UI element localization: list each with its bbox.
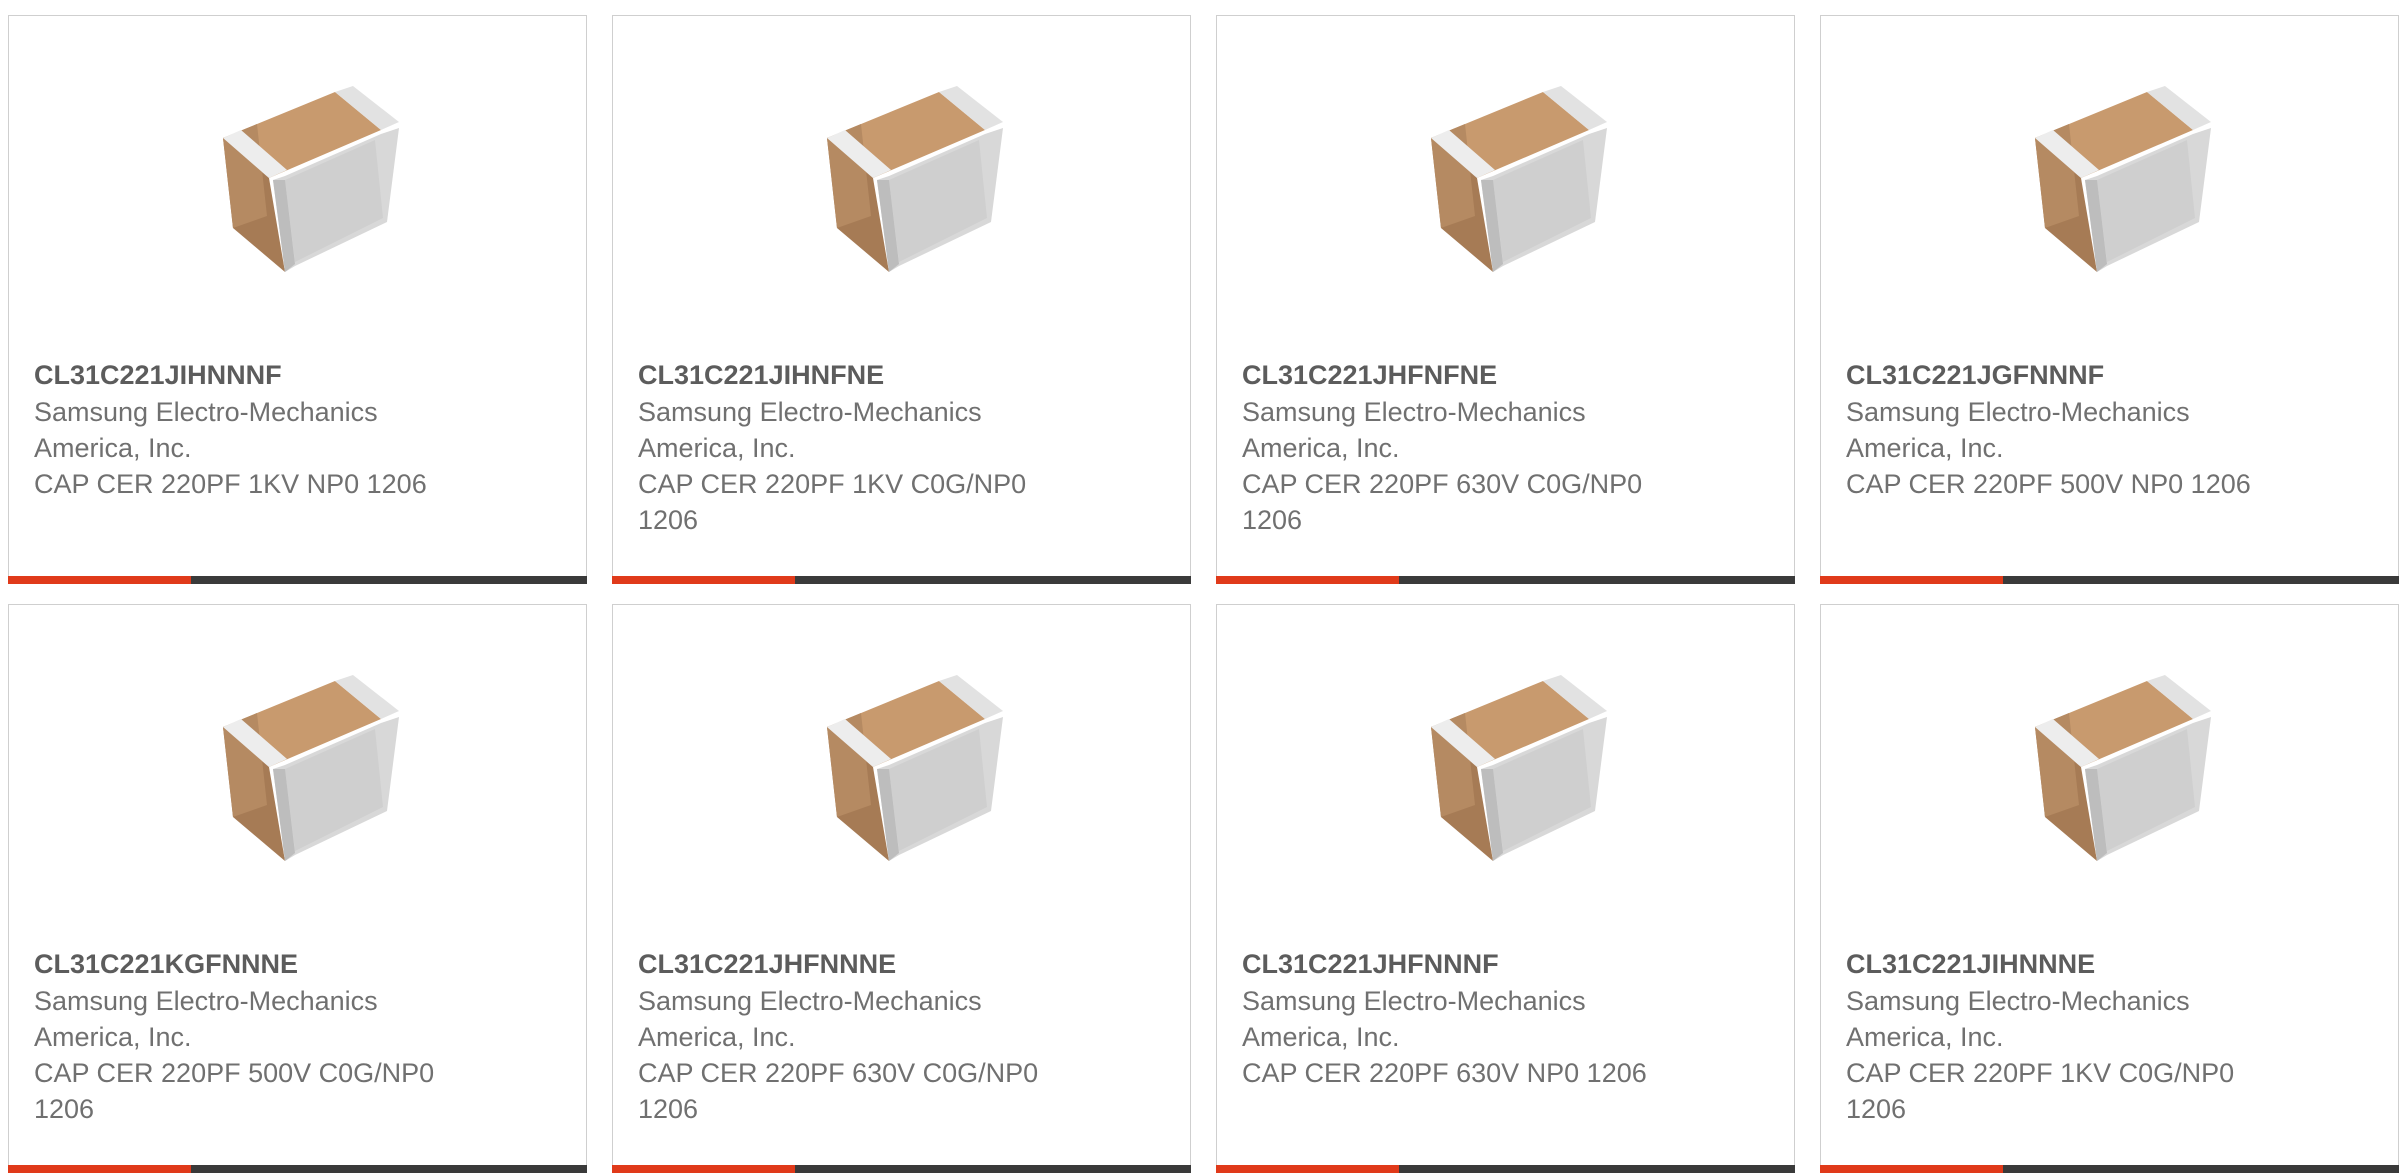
card-accent-bar — [612, 576, 795, 584]
part-number-link[interactable]: CL31C221JHFNNNF — [1242, 945, 1692, 983]
ceramic-capacitor-chip-icon — [1431, 675, 1607, 861]
product-card[interactable]: CL31C221KGFNNNE Samsung Electro-Mechanic… — [8, 604, 587, 1173]
manufacturer-name: Samsung Electro-Mechanics America, Inc. — [1242, 986, 1586, 1052]
product-image[interactable] — [203, 76, 403, 276]
product-description: CAP CER 220PF 630V C0G/NP0 1206 — [638, 1058, 1039, 1124]
manufacturer-name: Samsung Electro-Mechanics America, Inc. — [1242, 397, 1586, 463]
ceramic-capacitor-chip-icon — [1431, 86, 1607, 272]
part-number-link[interactable]: CL31C221JIHNFNE — [638, 356, 1088, 394]
product-description: CAP CER 220PF 1KV C0G/NP0 1206 — [638, 469, 1027, 535]
card-bottom-bar — [1216, 1165, 1795, 1173]
card-accent-bar — [1216, 1165, 1399, 1173]
product-card[interactable]: CL31C221JHFNNNF Samsung Electro-Mechanic… — [1216, 604, 1795, 1173]
ceramic-capacitor-chip-icon — [827, 675, 1003, 861]
product-card[interactable]: CL31C221JHFNFNE Samsung Electro-Mechanic… — [1216, 15, 1795, 584]
part-number-link[interactable]: CL31C221JIHNNNE — [1846, 945, 2296, 983]
part-number-link[interactable]: CL31C221JGFNNNF — [1846, 356, 2296, 394]
product-card[interactable]: CL31C221JIHNFNE Samsung Electro-Mechanic… — [612, 15, 1191, 584]
card-bottom-bar — [1216, 576, 1795, 584]
ceramic-capacitor-chip-icon — [2035, 86, 2211, 272]
product-description: CAP CER 220PF 500V C0G/NP0 1206 — [34, 1058, 435, 1124]
product-description: CAP CER 220PF 630V C0G/NP0 1206 — [1242, 469, 1643, 535]
product-image[interactable] — [2015, 76, 2215, 276]
part-number-link[interactable]: CL31C221JIHNNNF — [34, 356, 484, 394]
part-number-link[interactable]: CL31C221KGFNNNE — [34, 945, 484, 983]
product-card[interactable]: CL31C221JHFNNNE Samsung Electro-Mechanic… — [612, 604, 1191, 1173]
product-card[interactable]: CL31C221JIHNNNF Samsung Electro-Mechanic… — [8, 15, 587, 584]
product-image[interactable] — [2015, 665, 2215, 865]
card-bottom-bar — [1820, 1165, 2399, 1173]
part-number-link[interactable]: CL31C221JHFNFNE — [1242, 356, 1692, 394]
product-image[interactable] — [807, 76, 1007, 276]
manufacturer-name: Samsung Electro-Mechanics America, Inc. — [638, 986, 982, 1052]
ceramic-capacitor-chip-icon — [223, 86, 399, 272]
card-accent-bar — [612, 1165, 795, 1173]
card-bottom-bar — [1820, 576, 2399, 584]
ceramic-capacitor-chip-icon — [827, 86, 1003, 272]
card-accent-bar — [1820, 1165, 2003, 1173]
card-bottom-bar — [612, 576, 1191, 584]
product-image[interactable] — [807, 665, 1007, 865]
part-number-link[interactable]: CL31C221JHFNNNE — [638, 945, 1088, 983]
ceramic-capacitor-chip-icon — [2035, 675, 2211, 861]
card-bottom-bar — [612, 1165, 1191, 1173]
product-card[interactable]: CL31C221JGFNNNF Samsung Electro-Mechanic… — [1820, 15, 2399, 584]
manufacturer-name: Samsung Electro-Mechanics America, Inc. — [34, 986, 378, 1052]
product-card[interactable]: CL31C221JIHNNNE Samsung Electro-Mechanic… — [1820, 604, 2399, 1173]
card-accent-bar — [1820, 576, 2003, 584]
manufacturer-name: Samsung Electro-Mechanics America, Inc. — [638, 397, 982, 463]
product-description: CAP CER 220PF 1KV NP0 1206 — [34, 469, 427, 499]
manufacturer-name: Samsung Electro-Mechanics America, Inc. — [34, 397, 378, 463]
card-accent-bar — [8, 1165, 191, 1173]
product-description: CAP CER 220PF 500V NP0 1206 — [1846, 469, 2251, 499]
manufacturer-name: Samsung Electro-Mechanics America, Inc. — [1846, 397, 2190, 463]
card-accent-bar — [8, 576, 191, 584]
product-grid: CL31C221JIHNNNF Samsung Electro-Mechanic… — [8, 15, 2399, 1173]
manufacturer-name: Samsung Electro-Mechanics America, Inc. — [1846, 986, 2190, 1052]
product-description: CAP CER 220PF 1KV C0G/NP0 1206 — [1846, 1058, 2235, 1124]
card-bottom-bar — [8, 576, 587, 584]
product-image[interactable] — [1411, 665, 1611, 865]
product-image[interactable] — [203, 665, 403, 865]
product-image[interactable] — [1411, 76, 1611, 276]
card-bottom-bar — [8, 1165, 587, 1173]
product-description: CAP CER 220PF 630V NP0 1206 — [1242, 1058, 1647, 1088]
card-accent-bar — [1216, 576, 1399, 584]
ceramic-capacitor-chip-icon — [223, 675, 399, 861]
